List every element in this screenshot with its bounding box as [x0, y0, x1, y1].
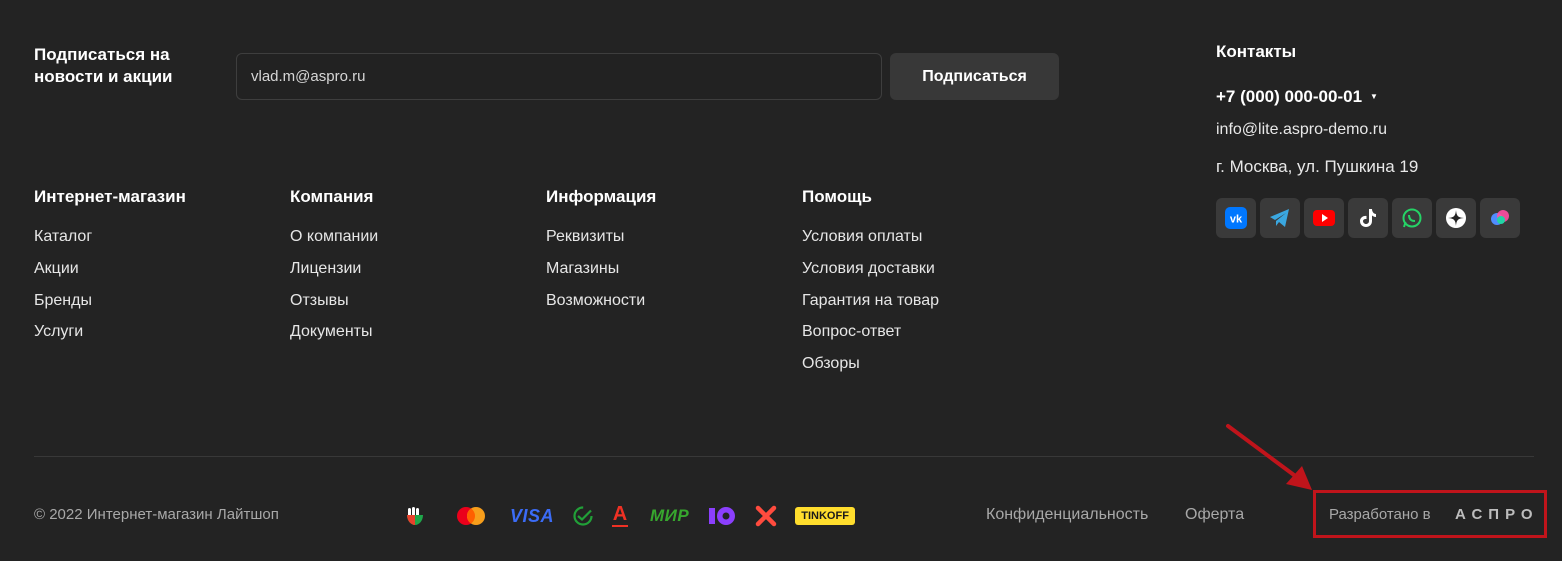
whatsapp-icon[interactable] [1392, 198, 1432, 238]
yumoney-icon [707, 505, 737, 527]
menu-link[interactable]: Реквизиты [546, 227, 776, 247]
subscribe-email-input[interactable]: vlad.m@aspro.ru [236, 53, 882, 100]
youtube-icon[interactable] [1304, 198, 1344, 238]
tinkoff-icon: TINKOFF [795, 507, 855, 525]
payment-methods: VISA А МИР TINKOFF [404, 503, 873, 529]
copyright-text: © 2022 Интернет-магазин Лайтшоп [34, 506, 279, 523]
tinkoff-label: TINKOFF [795, 507, 855, 525]
menu-link[interactable]: Лицензии [290, 259, 520, 279]
menu-link[interactable]: Акции [34, 259, 264, 279]
mir-icon: МИР [650, 506, 689, 526]
menu-link[interactable]: Гарантия на товар [802, 291, 1032, 311]
menu-link[interactable]: Бренды [34, 291, 264, 311]
sberpay-icon [572, 505, 594, 527]
menu-link[interactable]: Условия доставки [802, 259, 1032, 279]
social-links: vk [1216, 198, 1546, 238]
visa-label: VISA [510, 505, 555, 526]
menu-link[interactable]: Каталог [34, 227, 264, 247]
menu-column-company: Компания О компании Лицензии Отзывы Доку… [290, 186, 520, 354]
subscribe-title: Подписаться на новости и акции [34, 45, 173, 86]
mastercard-icon [456, 506, 486, 526]
zen-icon[interactable] [1436, 198, 1476, 238]
menu-link[interactable]: О компании [290, 227, 520, 247]
menu-column-info: Информация Реквизиты Магазины Возможност… [546, 186, 776, 322]
menu-link[interactable]: Возможности [546, 291, 776, 311]
contact-email-link[interactable]: info@lite.aspro-demo.ru [1216, 119, 1546, 141]
vk-icon[interactable]: vk [1216, 198, 1256, 238]
tiktok-icon[interactable] [1348, 198, 1388, 238]
alfa-label: А [612, 503, 628, 525]
menu-column-shop: Интернет-магазин Каталог Акции Бренды Ус… [34, 186, 264, 354]
chevron-down-icon: ▼ [1370, 92, 1378, 101]
menu-link[interactable]: Вопрос-ответ [802, 322, 1032, 342]
menu-link[interactable]: Магазины [546, 259, 776, 279]
offer-link[interactable]: Оферта [1185, 505, 1244, 525]
alfa-bank-icon: А [612, 503, 629, 527]
contact-address: г. Москва, ул. Пушкина 19 [1216, 157, 1419, 176]
menu-link[interactable]: Отзывы [290, 291, 520, 311]
menu-link[interactable]: Услуги [34, 322, 264, 342]
menu-column-title: Помощь [802, 187, 872, 206]
developed-by-text: Разработано в [1329, 506, 1431, 523]
other-social-icon[interactable] [1480, 198, 1520, 238]
sbp-icon [404, 505, 426, 527]
menu-column-help: Помощь Условия оплаты Условия доставки Г… [802, 186, 1032, 386]
menu-column-title: Интернет-магазин [34, 187, 186, 206]
mir-label: МИР [650, 506, 690, 525]
menu-link[interactable]: Документы [290, 322, 520, 342]
phone-number: +7 (000) 000-00-01 [1216, 87, 1363, 106]
phone-dropdown[interactable]: +7 (000) 000-00-01 ▼ [1216, 86, 1546, 108]
halva-icon [755, 505, 777, 527]
privacy-link[interactable]: Конфиденциальность [986, 505, 1148, 525]
menu-link[interactable]: Обзоры [802, 354, 1032, 374]
subscribe-button[interactable]: Подписаться [890, 53, 1059, 100]
menu-link[interactable]: Условия оплаты [802, 227, 1032, 247]
svg-text:vk: vk [1230, 214, 1243, 226]
visa-icon: VISA [510, 506, 554, 527]
aspro-logo[interactable]: АСПРО [1455, 505, 1539, 525]
annotation-arrow [1226, 424, 1312, 490]
menu-column-title: Информация [546, 187, 657, 206]
telegram-icon[interactable] [1260, 198, 1300, 238]
menu-column-title: Компания [290, 187, 374, 206]
contacts-title: Контакты [1216, 42, 1297, 61]
contacts-block: Контакты +7 (000) 000-00-01 ▼ info@lite.… [1216, 41, 1546, 238]
